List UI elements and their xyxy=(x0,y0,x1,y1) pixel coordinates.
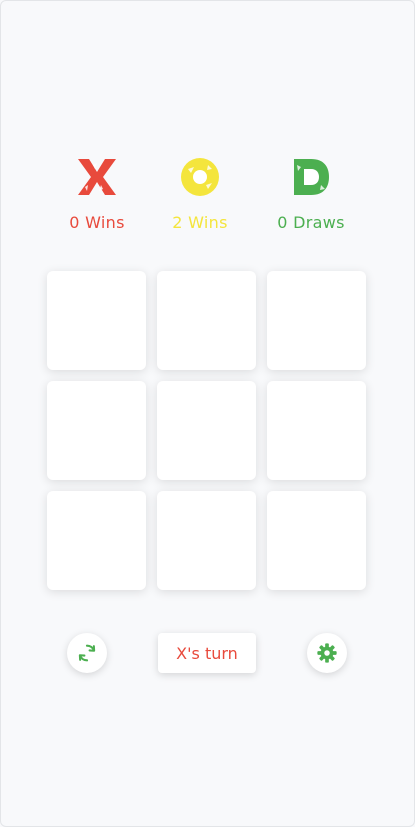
board-cell-6[interactable] xyxy=(267,381,366,480)
x-score: 0 Wins xyxy=(37,155,157,232)
board-cell-2[interactable] xyxy=(157,271,256,370)
board-cell-1[interactable] xyxy=(47,271,146,370)
o-score: 2 Wins xyxy=(140,155,260,232)
o-logo-icon xyxy=(181,158,219,196)
draws-score: 0 Draws xyxy=(251,155,371,232)
scoreboard: 0 Wins 2 Wins 0 Draws xyxy=(0,155,415,245)
settings-button[interactable] xyxy=(307,633,347,673)
restart-button[interactable] xyxy=(67,633,107,673)
board-cell-7[interactable] xyxy=(47,491,146,590)
board-cell-3[interactable] xyxy=(267,271,366,370)
d-logo-icon xyxy=(294,159,329,195)
turn-label: X's turn xyxy=(176,643,238,663)
x-logo-icon xyxy=(78,159,116,195)
o-wins-label: 2 Wins xyxy=(172,213,228,232)
board-cell-4[interactable] xyxy=(47,381,146,480)
turn-indicator: X's turn xyxy=(158,633,256,673)
board-cell-8[interactable] xyxy=(157,491,256,590)
board-cell-9[interactable] xyxy=(267,491,366,590)
gear-icon xyxy=(317,643,337,663)
x-wins-label: 0 Wins xyxy=(69,213,125,232)
draws-label: 0 Draws xyxy=(277,213,345,232)
game-board xyxy=(47,271,369,593)
refresh-icon xyxy=(78,644,96,662)
board-cell-5[interactable] xyxy=(157,381,256,480)
